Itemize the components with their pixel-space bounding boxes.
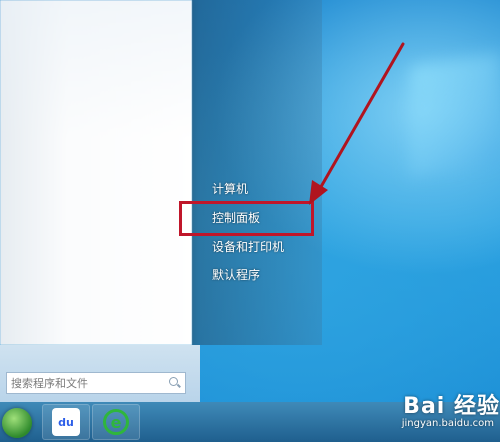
start-button-icon[interactable] bbox=[2, 408, 32, 438]
taskbar-ie-button[interactable]: e bbox=[92, 404, 140, 440]
search-placeholder: 搜索程序和文件 bbox=[11, 377, 88, 390]
taskbar-baidu-button[interactable]: du bbox=[42, 404, 90, 440]
internet-explorer-icon: e bbox=[103, 409, 129, 435]
baidu-jingyan-watermark: Bai 经验 jingyan.baidu.com bbox=[382, 388, 500, 442]
watermark-logo: Bai 经验 bbox=[403, 394, 500, 419]
search-input[interactable]: 搜索程序和文件 bbox=[6, 372, 186, 394]
watermark-site: jingyan.baidu.com bbox=[401, 418, 494, 429]
search-icon[interactable] bbox=[169, 377, 181, 389]
baidu-paw-icon: du bbox=[52, 408, 80, 436]
